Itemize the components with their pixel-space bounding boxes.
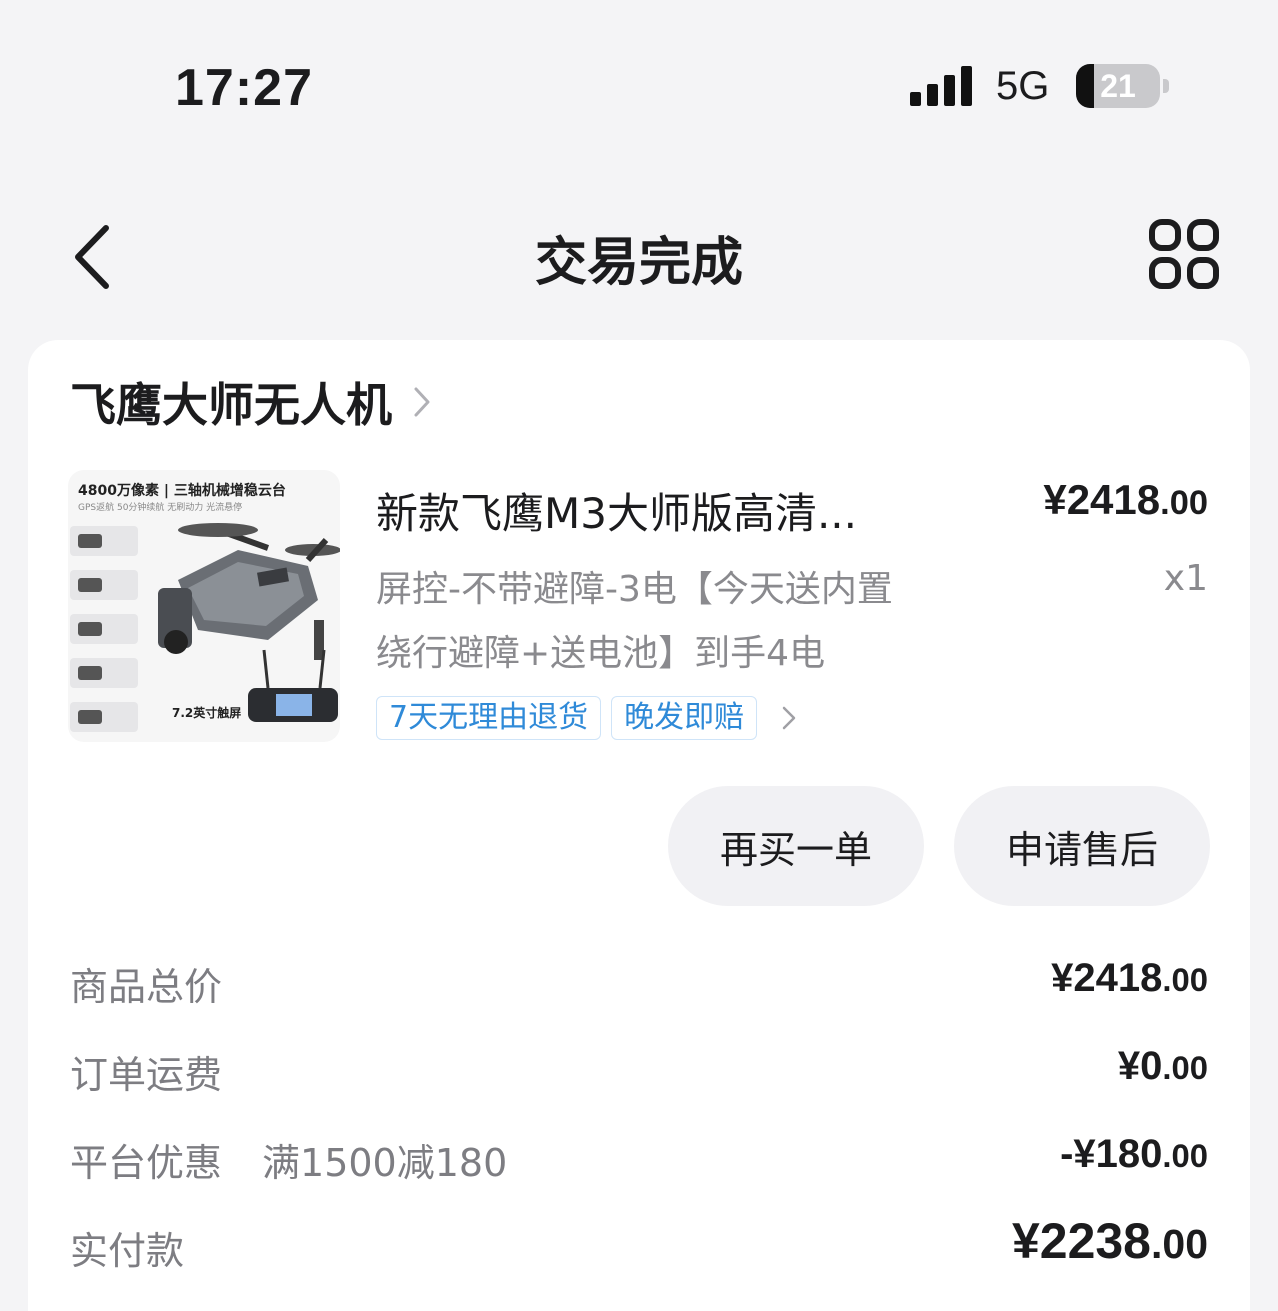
summary-shipping: 订单运费 ¥0.00 bbox=[70, 1044, 1208, 1104]
discount-label-group: 平台优惠 满1500减180 bbox=[70, 1132, 507, 1187]
product-price: ¥2418.00 bbox=[1043, 476, 1208, 524]
service-tags[interactable]: 7天无理由退货 晚发即赔 bbox=[376, 694, 797, 742]
image-caption: 7.2英寸触屏 bbox=[172, 706, 242, 720]
battery-tip bbox=[1163, 79, 1169, 93]
paid-label: 实付款 bbox=[70, 1229, 185, 1273]
discount-value: -¥180.00 bbox=[1060, 1132, 1208, 1177]
chevron-right-icon[interactable] bbox=[781, 705, 797, 731]
summary-discount: 平台优惠 满1500减180 -¥180.00 bbox=[70, 1132, 1208, 1192]
goods-total-cents: .00 bbox=[1162, 961, 1208, 998]
drone-icon bbox=[158, 523, 340, 722]
after-sale-button[interactable]: 申请售后 bbox=[954, 786, 1210, 906]
network-type: 5G bbox=[996, 64, 1050, 108]
summary-goods-total: 商品总价 ¥2418.00 bbox=[70, 956, 1208, 1016]
page-title: 交易完成 bbox=[534, 233, 743, 293]
shipping-label: 订单运费 bbox=[70, 1053, 223, 1097]
shipping-cents: .00 bbox=[1162, 1049, 1208, 1086]
product-quantity: x1 bbox=[1163, 558, 1208, 599]
discount-main: -¥180 bbox=[1060, 1132, 1163, 1176]
product-spec-line2: 绕行避障+送电池】到手4电 bbox=[376, 633, 826, 674]
paid-cents: .00 bbox=[1151, 1221, 1208, 1267]
status-time: 17:27 bbox=[175, 59, 313, 117]
goods-total-main: ¥2418 bbox=[1051, 956, 1163, 1000]
more-button[interactable] bbox=[1148, 218, 1220, 290]
product-image[interactable]: 4800万像素 | 三轴机械增稳云台 GPS返航 50分钟续航 无刷动力 光流悬… bbox=[68, 470, 340, 742]
signal-icon bbox=[910, 66, 974, 106]
product-spec: 屏控-不带避障-3电【今天送内置 绕行避障+送电池】到手4电 bbox=[376, 558, 976, 686]
product-price-main: ¥2418 bbox=[1043, 476, 1161, 523]
product-price-cents: .00 bbox=[1160, 484, 1208, 522]
shop-link[interactable]: 飞鹰大师无人机 bbox=[70, 372, 432, 432]
battery-icon: 21 bbox=[1076, 64, 1160, 108]
goods-total-label: 商品总价 bbox=[70, 965, 223, 1009]
paid-value: ¥2238.00 bbox=[1012, 1212, 1208, 1270]
chevron-right-icon bbox=[414, 387, 430, 417]
paid-main: ¥2238 bbox=[1011, 1213, 1151, 1269]
product-title[interactable]: 新款飞鹰M3大师版高清... bbox=[376, 480, 946, 541]
discount-detail: 满1500减180 bbox=[262, 1141, 508, 1185]
shop-name: 飞鹰大师无人机 bbox=[70, 378, 392, 432]
shipping-value: ¥0.00 bbox=[1118, 1044, 1208, 1089]
discount-label: 平台优惠 bbox=[70, 1141, 223, 1185]
tag-late-delivery-compensation[interactable]: 晚发即赔 bbox=[611, 696, 758, 740]
goods-total-value: ¥2418.00 bbox=[1051, 956, 1208, 1001]
tag-return-7days[interactable]: 7天无理由退货 bbox=[376, 696, 602, 740]
product-spec-line1: 屏控-不带避障-3电【今天送内置 bbox=[376, 569, 893, 610]
status-bar: 17:27 5G 21 bbox=[0, 0, 1278, 170]
order-card: 飞鹰大师无人机 4800万像素 | 三轴机械增稳云台 GPS返航 50分钟续航 … bbox=[28, 340, 1250, 1311]
battery-level: 21 bbox=[1100, 68, 1136, 104]
shipping-main: ¥0 bbox=[1117, 1044, 1163, 1088]
summary-paid: 实付款 ¥2238.00 bbox=[70, 1213, 1208, 1280]
nav-bar: 交易完成 bbox=[0, 190, 1278, 320]
rebuy-button[interactable]: 再买一单 bbox=[668, 786, 924, 906]
discount-cents: .00 bbox=[1162, 1137, 1208, 1174]
grid-four-icon bbox=[1149, 219, 1219, 289]
